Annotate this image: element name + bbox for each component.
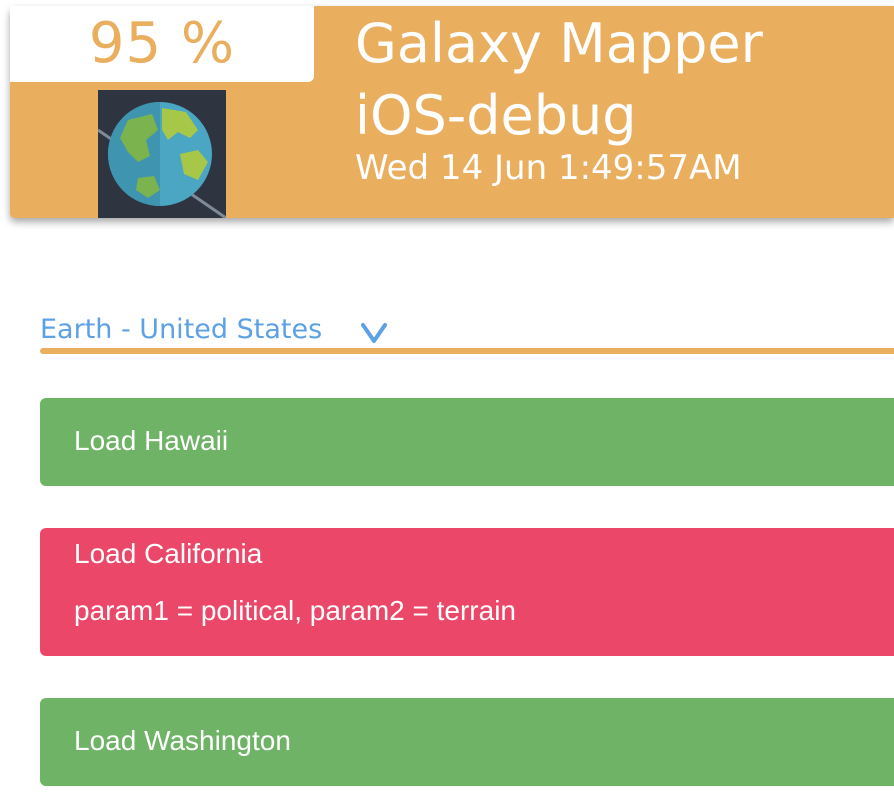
globe-icon-graphic bbox=[98, 90, 226, 218]
planet-region-dropdown[interactable]: Earth - United States bbox=[40, 310, 894, 356]
dropdown-underline bbox=[40, 348, 894, 354]
dropdown-selected-value: Earth - United States bbox=[40, 314, 323, 345]
battery-indicator: 95 % bbox=[10, 6, 314, 82]
load-hawaii-button[interactable]: Load Hawaii bbox=[40, 398, 894, 486]
datetime-label: Wed 14 Jun 1:49:57AM bbox=[355, 148, 742, 188]
build-label: iOS-debug bbox=[355, 84, 637, 147]
action-title: Load Washington bbox=[74, 725, 291, 756]
globe-icon bbox=[98, 90, 226, 218]
action-title: Load California bbox=[74, 538, 263, 569]
battery-percent: 95 % bbox=[88, 11, 236, 76]
load-california-button[interactable]: Load California param1 = political, para… bbox=[40, 528, 894, 656]
app-title: Galaxy Mapper bbox=[355, 12, 763, 75]
action-title: Load Hawaii bbox=[74, 425, 229, 456]
load-washington-button[interactable]: Load Washington bbox=[40, 698, 894, 786]
app-screen: 95 % Galaxy Mapper iOS-debug Wed 14 Jun … bbox=[0, 0, 894, 804]
chevron-down-icon bbox=[361, 323, 387, 343]
action-error-detail: param1 = political, param2 = terrain bbox=[74, 595, 516, 626]
app-header: 95 % Galaxy Mapper iOS-debug Wed 14 Jun … bbox=[10, 6, 894, 218]
